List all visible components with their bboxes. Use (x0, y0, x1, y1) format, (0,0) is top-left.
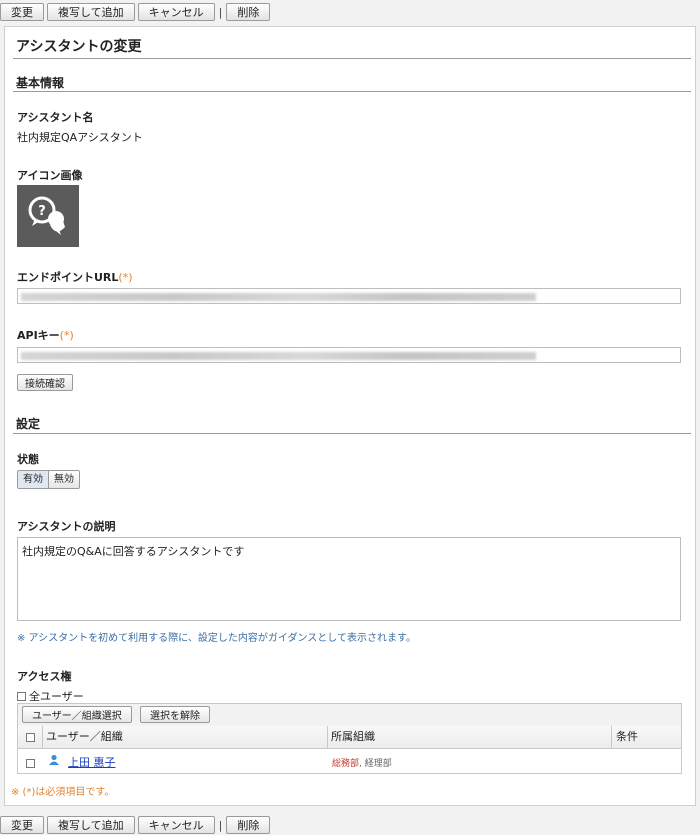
endpoint-url-label: エンドポイントURL(*) (17, 269, 133, 285)
select-users-button[interactable]: ユーザー／組織選択 (22, 706, 132, 723)
col-divider (327, 726, 328, 748)
description-textarea[interactable]: 社内規定のQ&Aに回答するアシスタントです (17, 537, 681, 621)
all-users-checkbox[interactable] (17, 691, 26, 701)
top-toolbar: 変更 複写して追加 キャンセル | 削除 (0, 0, 271, 22)
section-settings-title: 設定 (16, 417, 41, 431)
assistant-name-label: アシスタント名 (17, 111, 94, 124)
delete-button-bottom[interactable]: 削除 (226, 816, 271, 834)
access-table: ユーザー／組織選択 選択を解除 ユーザー／組織 所属組織 条件 上田 惠子 総務… (17, 703, 682, 774)
access-label: アクセス権 (17, 670, 72, 683)
access-toolbar: ユーザー／組織選択 選択を解除 (18, 704, 681, 727)
copy-add-button[interactable]: 複写して追加 (47, 3, 135, 21)
endpoint-required-mark: (*) (118, 271, 133, 284)
endpoint-url-redacted (21, 293, 536, 301)
row-checkbox-cell (26, 756, 35, 769)
table-header: ユーザー／組織 所属組織 条件 (18, 726, 681, 749)
api-key-redacted (21, 352, 536, 360)
toolbar-separator: | (218, 5, 223, 19)
user-org: 総務部, 経理部 (332, 756, 392, 769)
col-divider (42, 726, 43, 748)
change-button[interactable]: 変更 (0, 3, 44, 21)
org-secondary: , 経理部 (359, 759, 392, 769)
api-key-label-text: APIキー (17, 329, 60, 342)
delete-button[interactable]: 削除 (226, 3, 271, 21)
section-basic-divider (13, 91, 691, 92)
status-label: 状態 (17, 453, 39, 466)
cancel-button-bottom[interactable]: キャンセル (137, 816, 215, 834)
user-name-link[interactable]: 上田 惠子 (68, 754, 116, 770)
svg-text:?: ? (38, 204, 46, 219)
clear-selection-button[interactable]: 選択を解除 (140, 706, 210, 723)
chat-question-person-icon: ? (28, 196, 65, 235)
change-button-bottom[interactable]: 変更 (0, 816, 44, 834)
description-label: アシスタントの説明 (17, 520, 116, 533)
required-fields-note: ※ (*)は必須項目です。 (11, 787, 115, 798)
api-key-input[interactable] (17, 347, 681, 363)
col-divider (611, 726, 612, 748)
section-settings-divider (13, 433, 691, 434)
toolbar-separator-bottom: | (218, 818, 223, 832)
icon-image-label: アイコン画像 (17, 169, 83, 182)
col-header-condition: 条件 (616, 730, 638, 743)
cancel-button[interactable]: キャンセル (137, 3, 215, 21)
endpoint-url-input[interactable] (17, 288, 681, 304)
row-checkbox[interactable] (26, 758, 35, 768)
bottom-toolbar: 変更 複写して追加 キャンセル | 削除 (0, 813, 271, 835)
status-disabled-option[interactable]: 無効 (49, 471, 79, 488)
endpoint-url-label-text: エンドポイントURL (17, 271, 119, 284)
edit-panel: アシスタントの変更 基本情報 アシスタント名 社内規定QAアシスタント アイコン… (4, 26, 696, 806)
col-header-org: 所属組織 (331, 730, 375, 743)
api-key-required-mark: (*) (59, 329, 74, 342)
section-basic-title: 基本情報 (16, 76, 65, 90)
header-checkbox-cell (26, 726, 35, 748)
org-primary: 総務部 (332, 759, 360, 769)
assistant-name-value: 社内規定QAアシスタント (17, 131, 143, 144)
all-users-label: 全ユーザー (29, 690, 84, 703)
user-icon (48, 754, 60, 769)
status-toggle: 有効 無効 (17, 470, 80, 489)
all-users-option: 全ユーザー (17, 688, 84, 704)
description-note: ※ アシスタントを初めて利用する際に、設定した内容がガイダンスとして表示されます… (17, 633, 416, 644)
col-header-user: ユーザー／組織 (46, 730, 123, 743)
status-enabled-option[interactable]: 有効 (18, 471, 49, 488)
table-row: 上田 惠子 総務部, 経理部 (18, 749, 681, 773)
select-all-checkbox[interactable] (26, 732, 35, 742)
page-title: アシスタントの変更 (16, 39, 142, 55)
title-divider (13, 58, 691, 59)
assistant-icon-image: ? (17, 185, 79, 247)
copy-add-button-bottom[interactable]: 複写して追加 (47, 816, 135, 834)
connection-check-button[interactable]: 接続確認 (17, 374, 73, 391)
api-key-label: APIキー(*) (17, 327, 74, 343)
